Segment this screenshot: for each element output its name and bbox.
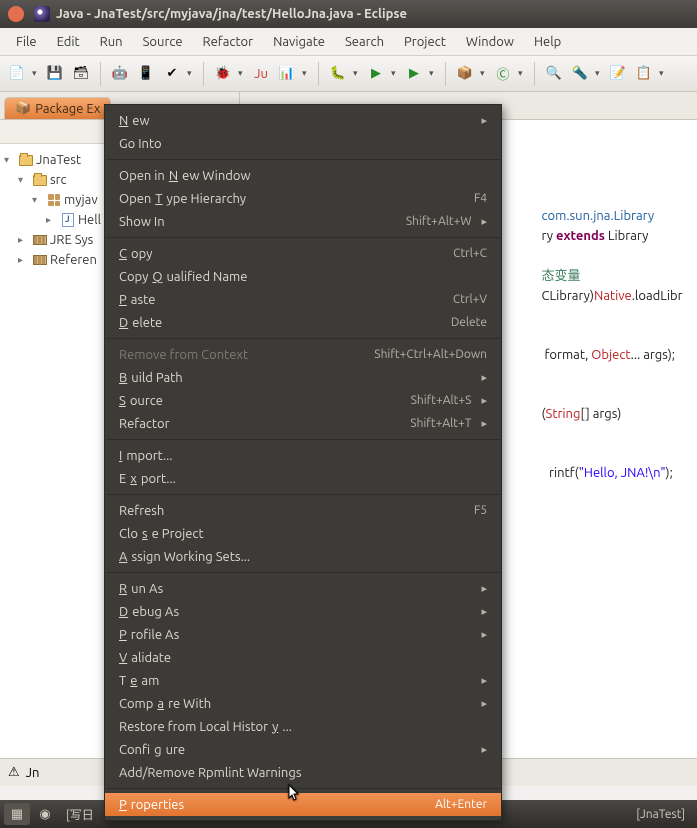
save-all-icon[interactable]: 🗃 — [70, 63, 92, 85]
package-explorer-icon: 📦 — [15, 101, 31, 116]
menu-help[interactable]: Help — [524, 31, 571, 53]
menu-item-assign-working-sets[interactable]: Assign Working Sets... — [105, 545, 501, 568]
new-icon[interactable]: 📄 — [6, 63, 28, 85]
menu-item-close-project[interactable]: Close Project — [105, 522, 501, 545]
debug-run-icon[interactable]: 🐛 — [327, 63, 349, 85]
menu-item-debug-as[interactable]: Debug As▸ — [105, 600, 501, 623]
tree-label: JRE Sys — [50, 233, 93, 247]
lint-icon[interactable]: ✔ — [161, 63, 183, 85]
tree-label: JnaTest — [36, 153, 81, 167]
problems-icon[interactable]: ⚠ — [8, 765, 20, 780]
android-icon[interactable]: 🤖 — [109, 63, 131, 85]
menu-item-compare-with[interactable]: Compare With▸ — [105, 692, 501, 715]
close-icon[interactable] — [8, 6, 24, 22]
annotate-icon[interactable]: 📝 — [607, 63, 629, 85]
new-package-icon[interactable]: 📦 — [454, 63, 476, 85]
menu-item-build-path[interactable]: Build Path▸ — [105, 366, 501, 389]
menu-window[interactable]: Window — [456, 31, 524, 53]
menu-item-new[interactable]: New▸ — [105, 109, 501, 132]
task-icon[interactable]: 📋 — [633, 63, 655, 85]
menu-item-open-type-hierarchy[interactable]: Open Type HierarchyF4 — [105, 187, 501, 210]
show-desktop-icon[interactable]: ▦ — [4, 803, 30, 825]
menu-item-remove-from-context: Remove from ContextShift+Ctrl+Alt+Down — [105, 343, 501, 366]
task-screenshot[interactable]: [写日 — [60, 806, 100, 823]
menu-item-restore-from-local-history[interactable]: Restore from Local History... — [105, 715, 501, 738]
browser-icon[interactable]: ◉ — [32, 803, 58, 825]
menu-search[interactable]: Search — [335, 31, 394, 53]
menu-item-run-as[interactable]: Run As▸ — [105, 577, 501, 600]
tree-label: Referen — [50, 253, 97, 267]
menu-item-paste[interactable]: PasteCtrl+V — [105, 288, 501, 311]
tab-package-explorer[interactable]: 📦 Package Ex — [4, 97, 111, 119]
menu-file[interactable]: File — [6, 31, 47, 53]
menu-item-delete[interactable]: DeleteDelete — [105, 311, 501, 334]
debug-icon[interactable]: 🐞 — [212, 63, 234, 85]
avd-icon[interactable]: 📱 — [135, 63, 157, 85]
junit-icon[interactable]: Jυ — [250, 63, 272, 85]
run-last-icon[interactable]: ▶ — [403, 63, 425, 85]
menu-item-properties[interactable]: PropertiesAlt+Enter — [105, 793, 501, 816]
menu-item-copy-qualified-name[interactable]: Copy Qualified Name — [105, 265, 501, 288]
run-icon[interactable]: ▶ — [365, 63, 387, 85]
menu-item-validate[interactable]: Validate — [105, 646, 501, 669]
menu-item-refresh[interactable]: RefreshF5 — [105, 499, 501, 522]
menu-item-add-remove-rpmlint-warnings[interactable]: Add/Remove Rpmlint Warnings — [105, 761, 501, 784]
menu-bar: File Edit Run Source Refactor Navigate S… — [0, 28, 697, 56]
menu-edit[interactable]: Edit — [47, 31, 90, 53]
menu-project[interactable]: Project — [394, 31, 456, 53]
menu-item-profile-as[interactable]: Profile As▸ — [105, 623, 501, 646]
menu-navigate[interactable]: Navigate — [263, 31, 335, 53]
menu-item-refactor[interactable]: RefactorShift+Alt+T▸ — [105, 412, 501, 435]
menu-item-go-into[interactable]: Go Into — [105, 132, 501, 155]
bottom-tab-label[interactable]: Jn — [26, 766, 40, 780]
menu-item-team[interactable]: Team▸ — [105, 669, 501, 692]
main-toolbar: 📄▾ 💾 🗃 🤖 📱 ✔▾ 🐞▾ Jυ 📊▾ 🐛▾ ▶▾ ▶▾ 📦▾ Ⓒ▾ 🔍 … — [0, 56, 697, 92]
menu-item-import[interactable]: Import... — [105, 444, 501, 467]
menu-source[interactable]: Source — [133, 31, 193, 53]
new-class-icon[interactable]: Ⓒ — [492, 63, 514, 85]
menu-item-export[interactable]: Export... — [105, 467, 501, 490]
menu-item-configure[interactable]: Configure▸ — [105, 738, 501, 761]
coverage-icon[interactable]: 📊 — [276, 63, 298, 85]
menu-item-source[interactable]: SourceShift+Alt+S▸ — [105, 389, 501, 412]
menu-run[interactable]: Run — [90, 31, 133, 53]
menu-item-show-in[interactable]: Show InShift+Alt+W▸ — [105, 210, 501, 233]
window-titlebar: Java - JnaTest/src/myjava/jna/test/Hello… — [0, 0, 697, 28]
open-type-icon[interactable]: 🔍 — [543, 63, 565, 85]
window-title: Java - JnaTest/src/myjava/jna/test/Hello… — [56, 7, 407, 21]
menu-item-copy[interactable]: CopyCtrl+C — [105, 242, 501, 265]
task-jnatest[interactable]: [JnaTest] — [628, 808, 693, 821]
eclipse-icon — [34, 6, 50, 22]
save-icon[interactable]: 💾 — [44, 63, 66, 85]
tree-label: src — [50, 173, 67, 187]
tree-label: Hell — [78, 213, 101, 227]
search-icon[interactable]: 🔦 — [569, 63, 591, 85]
menu-item-open-in-new-window[interactable]: Open in New Window — [105, 164, 501, 187]
tab-label: Package Ex — [35, 102, 100, 116]
menu-refactor[interactable]: Refactor — [193, 31, 264, 53]
tree-label: myjav — [64, 193, 98, 207]
context-menu: New▸Go Into Open in New WindowOpen Type H… — [104, 104, 502, 821]
